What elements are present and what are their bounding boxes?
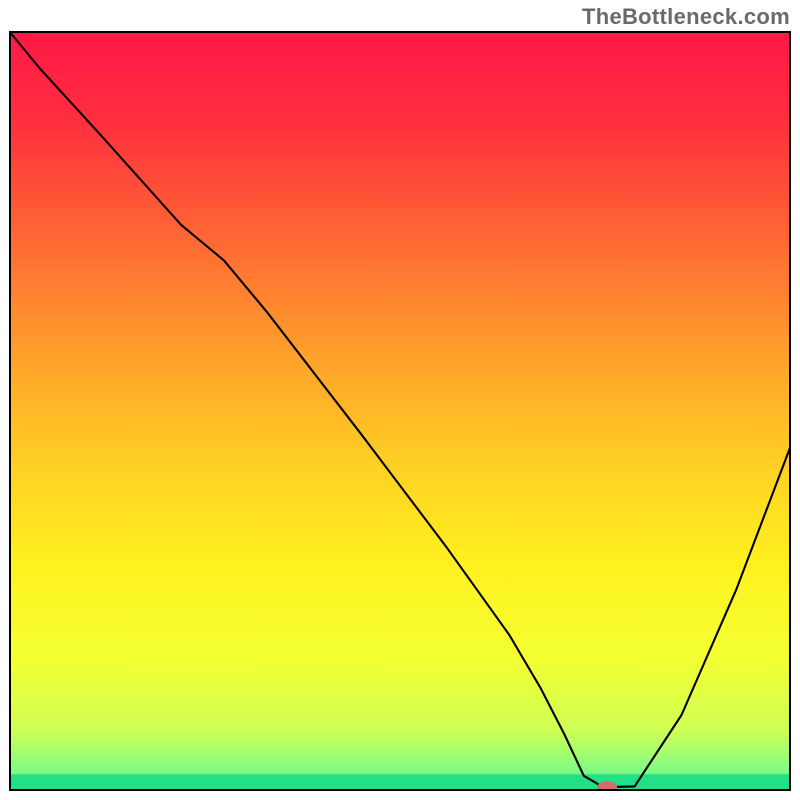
watermark-label: TheBottleneck.com — [582, 4, 790, 30]
chart-stage: TheBottleneck.com — [0, 0, 800, 800]
gradient-background — [9, 31, 791, 791]
green-band — [9, 774, 791, 791]
chart-frame — [9, 31, 791, 791]
chart-svg — [9, 31, 791, 791]
